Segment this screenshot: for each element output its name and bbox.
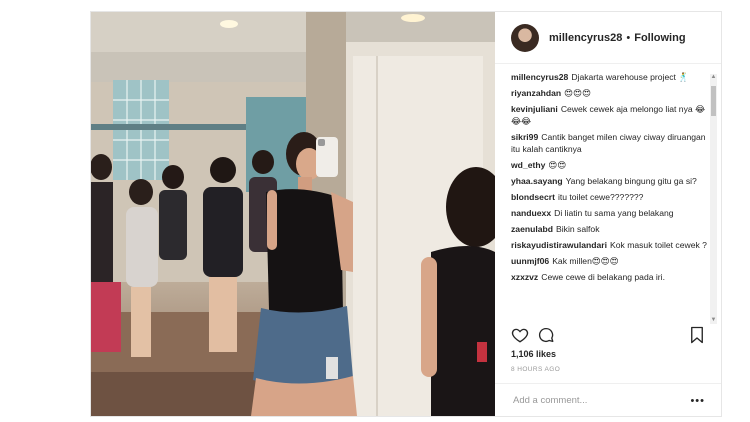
comment-text: 😍😍😍: [564, 88, 592, 98]
comment-username[interactable]: uunmjf06: [511, 256, 549, 266]
comment-text: Cewe cewe di belakang pada iri.: [541, 272, 665, 282]
scroll-up-arrow-icon[interactable]: ▲: [710, 74, 717, 81]
comment-item: sikri99 Cantik banget milen ciway ciway d…: [511, 131, 711, 155]
add-comment-bar: •••: [495, 383, 721, 417]
scrollbar-thumb[interactable]: [711, 86, 716, 116]
bookmark-icon[interactable]: [689, 326, 705, 344]
comment-item: uunmjf06 Kak millen😍😍😍: [511, 255, 711, 267]
comment-text: 😍😍: [548, 160, 567, 170]
comment-icon[interactable]: [537, 326, 555, 344]
comment-username[interactable]: riskayudistirawulandari: [511, 240, 607, 250]
post-timestamp: 8 HOURS AGO: [511, 366, 561, 373]
comment-item: blondsecrt itu toilet cewe???????: [511, 191, 711, 203]
comment-item: riskayudistirawulandari Kok masuk toilet …: [511, 239, 711, 251]
following-button[interactable]: Following: [634, 32, 685, 44]
header-username[interactable]: millencyrus28: [549, 32, 622, 44]
comment-username[interactable]: yhaa.sayang: [511, 176, 563, 186]
comment-username[interactable]: sikri99: [511, 132, 538, 142]
comment-text: Djakarta warehouse project 🕺: [571, 72, 690, 82]
scroll-down-arrow-icon[interactable]: ▼: [710, 317, 717, 324]
comment-text: itu toilet cewe???????: [557, 192, 644, 202]
post-photo[interactable]: [91, 12, 495, 416]
mirror-selfie-image: [91, 12, 495, 416]
comment-username[interactable]: zaenulabd: [511, 224, 553, 234]
comment-item: nanduexx Di liatin tu sama yang belakang: [511, 207, 711, 219]
comment-text: Bikin salfok: [556, 224, 600, 234]
comment-text: Yang belakang bingung gitu ga si?: [565, 176, 697, 186]
separator-dot: •: [626, 31, 631, 44]
instagram-post: millencyrus28 • Following millencyrus28 D…: [90, 11, 722, 417]
comment-username[interactable]: kevinjuliani: [511, 104, 558, 114]
like-count[interactable]: 1,106 likes: [511, 349, 556, 359]
post-header: millencyrus28 • Following: [495, 12, 721, 64]
heart-icon[interactable]: [511, 326, 529, 344]
comment-item: yhaa.sayang Yang belakang bingung gitu ga…: [511, 175, 711, 187]
post-actions: [511, 326, 705, 346]
post-side-panel: millencyrus28 • Following millencyrus28 D…: [495, 12, 721, 416]
avatar[interactable]: [511, 23, 539, 52]
comment-username[interactable]: wd_ethy: [511, 160, 545, 170]
comments-scrollbar[interactable]: ▲ ▼: [710, 74, 717, 324]
comment-item: wd_ethy 😍😍: [511, 159, 711, 171]
comment-username[interactable]: xzxzvz: [511, 272, 538, 282]
comment-item: kevinjuliani Cewek cewek aja melongo liat…: [511, 103, 711, 127]
comment-item: xzxzvz Cewe cewe di belakang pada iri.: [511, 271, 711, 283]
comment-username[interactable]: nanduexx: [511, 208, 551, 218]
comment-text: Kok masuk toilet cewek ?: [610, 240, 707, 250]
comment-username[interactable]: millencyrus28: [511, 72, 568, 82]
comment-item: riyanzahdan 😍😍😍: [511, 87, 711, 99]
comment-username[interactable]: blondsecrt: [511, 192, 555, 202]
comment-text: Di liatin tu sama yang belakang: [554, 208, 674, 218]
comment-item: millencyrus28 Djakarta warehouse project …: [511, 71, 711, 83]
comment-list[interactable]: millencyrus28 Djakarta warehouse project …: [511, 71, 711, 324]
comment-username[interactable]: riyanzahdan: [511, 88, 561, 98]
comment-text: Kak millen😍😍😍: [552, 256, 619, 266]
more-options-icon[interactable]: •••: [690, 395, 705, 407]
comment-item: zaenulabd Bikin salfok: [511, 223, 711, 235]
comment-text: Cantik banget milen ciway ciway diruanga…: [511, 132, 706, 154]
add-comment-input[interactable]: [511, 394, 685, 407]
